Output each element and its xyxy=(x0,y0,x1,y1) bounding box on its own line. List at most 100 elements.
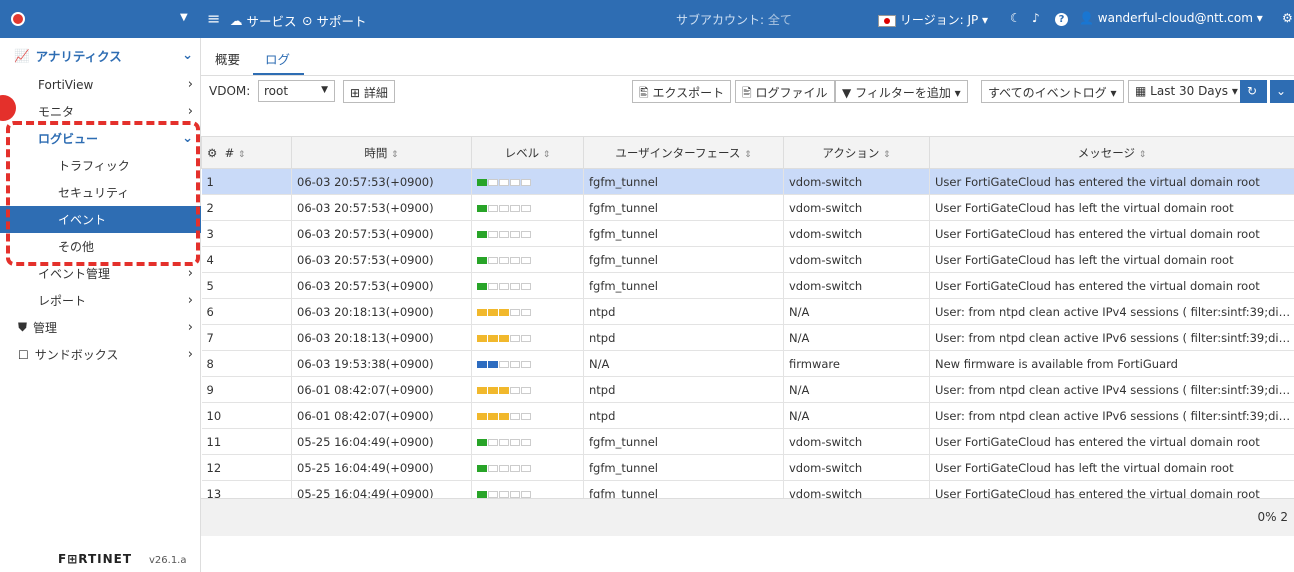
region-label: リージョン: JP xyxy=(899,13,979,27)
event-log-select[interactable]: すべてのイベントログ ▾ xyxy=(981,80,1124,103)
column-header-ui[interactable]: ユーザインターフェース ⇕ xyxy=(583,136,784,169)
logfile-button[interactable]: 🖹 ログファイル xyxy=(735,80,835,103)
level-segment xyxy=(499,386,509,394)
time-range-select[interactable]: ▦ Last 30 Days ▾ xyxy=(1128,80,1245,103)
sidebar-item-event-mgmt[interactable]: イベント管理 › xyxy=(0,260,201,287)
logo-icon xyxy=(11,12,25,26)
table-row[interactable]: 1 06-03 20:57:53(+0900) fgfm_tunnel vdom-sw… xyxy=(201,168,1294,195)
cell-time: 06-01 08:42:07(+0900) xyxy=(291,402,472,429)
level-segment xyxy=(510,230,520,238)
cell-action: vdom-switch xyxy=(783,454,930,481)
theme-toggle[interactable]: ☾ xyxy=(1010,11,1021,25)
cell-message: User FortiGateCloud has entered the virt… xyxy=(929,272,1294,299)
cell-time: 06-03 20:18:13(+0900) xyxy=(291,324,472,351)
table-row[interactable]: 7 06-03 20:18:13(+0900) ntpd N/A User: from … xyxy=(201,324,1294,351)
app-logo[interactable] xyxy=(0,0,36,38)
level-indicator xyxy=(477,461,532,475)
table-row[interactable]: 10 06-01 08:42:07(+0900) ntpd N/A User: from… xyxy=(201,402,1294,429)
cell-num: 4 xyxy=(201,246,292,273)
cell-level xyxy=(471,220,584,247)
table-row[interactable]: 2 06-03 20:57:53(+0900) fgfm_tunnel vdom-sw… xyxy=(201,194,1294,221)
level-segment xyxy=(510,256,520,264)
column-header-num[interactable]: ⚙ # ⇕ xyxy=(201,136,292,169)
level-segment xyxy=(488,230,498,238)
export-label: エクスポート xyxy=(652,86,725,100)
tab-log[interactable]: ログ xyxy=(265,49,290,68)
sidebar-collapse-icon[interactable]: ▼ xyxy=(180,12,188,23)
cell-action: vdom-switch xyxy=(783,480,930,498)
settings-icon[interactable]: ⚙ xyxy=(1282,11,1293,25)
table-row[interactable]: 6 06-03 20:18:13(+0900) ntpd N/A User: from … xyxy=(201,298,1294,325)
sidebar-item-analytics[interactable]: 📈 アナリティクス ⌄ xyxy=(0,42,201,69)
table-row[interactable]: 5 06-03 20:57:53(+0900) fgfm_tunnel vdom-sw… xyxy=(201,272,1294,299)
column-header-message[interactable]: メッセージ ⇕ xyxy=(929,136,1294,169)
more-options-button[interactable]: ⌄ xyxy=(1270,80,1294,103)
user-icon: 👤 xyxy=(1079,11,1094,25)
table-row[interactable]: 9 06-01 08:42:07(+0900) ntpd N/A User: from … xyxy=(201,376,1294,403)
sidebar-item-other[interactable]: その他 xyxy=(0,233,201,260)
sidebar-item-security[interactable]: セキュリティ xyxy=(0,179,201,206)
refresh-button[interactable]: ↻ xyxy=(1240,80,1267,103)
add-filter-button[interactable]: ▼ フィルターを追加 ▾ xyxy=(835,80,968,103)
cell-action: vdom-switch xyxy=(783,194,930,221)
services-menu[interactable]: ☁ サービス xyxy=(230,11,297,30)
level-segment xyxy=(477,386,487,394)
cell-action: vdom-switch xyxy=(783,428,930,455)
level-segment xyxy=(510,412,520,420)
table-row[interactable]: 12 05-25 16:04:49(+0900) fgfm_tunnel vdom-s… xyxy=(201,454,1294,481)
table-row[interactable]: 3 06-03 20:57:53(+0900) fgfm_tunnel vdom-sw… xyxy=(201,220,1294,247)
user-menu[interactable]: 👤 wanderful-cloud@ntt.com ▾ xyxy=(1079,11,1263,25)
column-header-label: # xyxy=(224,145,235,160)
version-label: v26.1.a xyxy=(149,555,187,566)
details-button[interactable]: ⊞ 詳細 xyxy=(343,80,395,103)
sidebar-item-sandbox[interactable]: ☐ サンドボックス › xyxy=(0,341,201,368)
level-segment xyxy=(499,230,509,238)
vdom-select[interactable]: root ▼ xyxy=(258,80,335,102)
cell-level xyxy=(471,454,584,481)
cell-ui: fgfm_tunnel xyxy=(583,454,784,481)
cell-action: vdom-switch xyxy=(783,272,930,299)
table-row[interactable]: 4 06-03 20:57:53(+0900) fgfm_tunnel vdom-sw… xyxy=(201,246,1294,273)
cell-ui: fgfm_tunnel xyxy=(583,428,784,455)
table-row[interactable]: 11 05-25 16:04:49(+0900) fgfm_tunnel vdom-s… xyxy=(201,428,1294,455)
level-segment xyxy=(510,308,520,316)
level-segment xyxy=(499,412,509,420)
cell-action: N/A xyxy=(783,324,930,351)
sidebar-item-fortiview[interactable]: FortiView › xyxy=(0,71,201,98)
table-row[interactable]: 13 05-25 16:04:49(+0900) fgfm_tunnel vdom-s… xyxy=(201,480,1294,498)
cell-level xyxy=(471,350,584,377)
sidebar-item-label: レポート xyxy=(38,294,87,308)
table-row[interactable]: 8 06-03 19:53:38(+0900) N/A firmware New fir… xyxy=(201,350,1294,377)
level-segment xyxy=(477,256,487,264)
logfile-label: ログファイル xyxy=(755,86,828,100)
services-label: サービス xyxy=(246,14,297,29)
tab-bar: 概要 ログ xyxy=(201,38,1294,76)
sidebar-item-admin[interactable]: ⛊ 管理 › xyxy=(0,314,201,341)
tab-overview[interactable]: 概要 xyxy=(215,49,240,68)
level-segment xyxy=(488,438,498,446)
column-header-action[interactable]: アクション ⇕ xyxy=(783,136,930,169)
sidebar-item-traffic[interactable]: トラフィック xyxy=(0,152,201,179)
moon-icon: ☾ xyxy=(1010,11,1021,25)
cell-time: 05-25 16:04:49(+0900) xyxy=(291,428,472,455)
sub-account-selector[interactable]: サブアカウント: 全て xyxy=(676,11,792,28)
export-button[interactable]: 🖺 エクスポート xyxy=(632,80,732,103)
column-header-level[interactable]: レベル ⇕ xyxy=(471,136,584,169)
notifications-button[interactable]: ♪ xyxy=(1032,11,1040,25)
gear-icon[interactable]: ⚙ xyxy=(207,146,217,160)
sidebar: 📈 アナリティクス ⌄ FortiView › モニタ › ログビュー ⌄ トラフィック … xyxy=(0,38,201,572)
menu-icon[interactable]: ≡ xyxy=(207,9,220,28)
sidebar-item-label: アナリティクス xyxy=(35,49,122,64)
chevron-right-icon: › xyxy=(187,293,193,308)
region-selector[interactable]: リージョン: JP ▾ xyxy=(878,11,988,28)
cloud-icon: ☁ xyxy=(230,13,243,28)
sidebar-item-monitor[interactable]: モニタ › xyxy=(0,98,201,125)
help-button[interactable]: ? xyxy=(1055,11,1068,26)
support-menu[interactable]: ⊙ サポート xyxy=(302,11,367,30)
sidebar-item-event[interactable]: イベント xyxy=(0,206,201,233)
column-header-time[interactable]: 時間 ⇕ xyxy=(291,136,472,169)
sidebar-item-logview[interactable]: ログビュー ⌄ xyxy=(0,125,201,152)
cell-action: vdom-switch xyxy=(783,220,930,247)
sidebar-item-report[interactable]: レポート › xyxy=(0,287,201,314)
chevron-right-icon: › xyxy=(187,347,193,362)
